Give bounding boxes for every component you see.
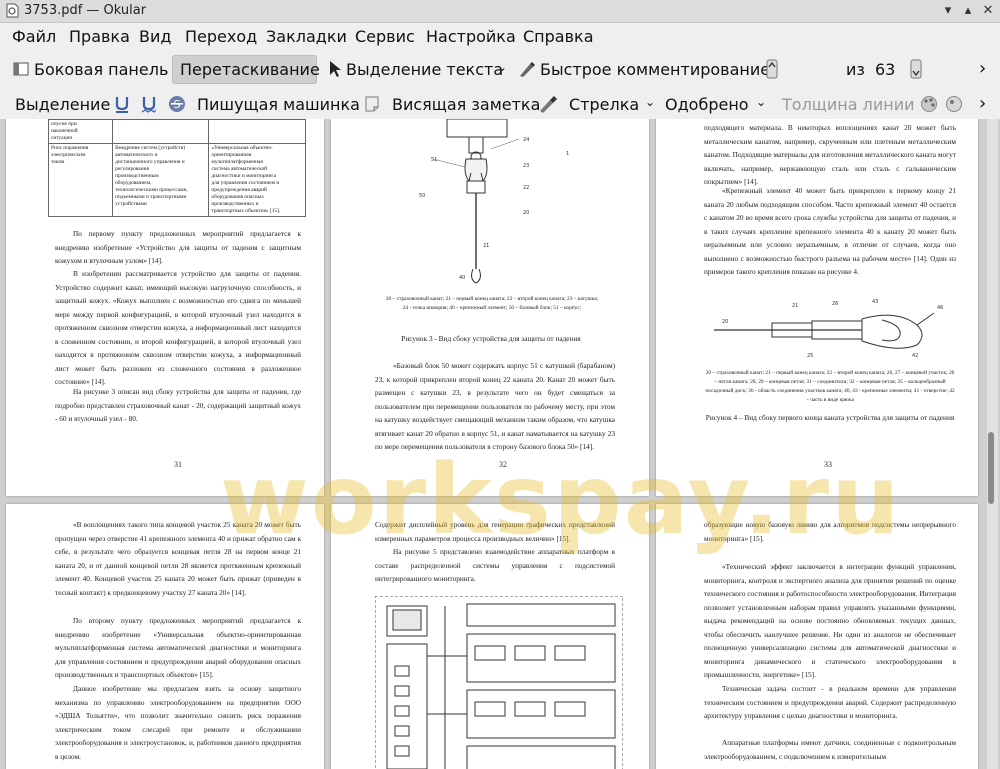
svg-text:20: 20 [722, 319, 728, 325]
menu-view[interactable]: Вид [139, 27, 171, 46]
menu-bookmarks[interactable]: Закладки [266, 27, 347, 46]
menu-edit[interactable]: Правка [69, 27, 130, 46]
paragraph: В изобретении рассматривается устройство… [55, 269, 301, 386]
squiggle-underline-icon[interactable] [141, 95, 157, 113]
toolbar-overflow-chevron-icon[interactable]: › [979, 58, 986, 79]
figure-4-drawing: 21 26 43 46 20 25 42 [714, 299, 943, 359]
text-selection-button[interactable]: Выделение текста [346, 60, 503, 79]
color-palette-icon[interactable] [920, 95, 938, 113]
paragraph: Аппаратные платформы имеют датчики, соед… [704, 738, 956, 761]
figure-caption: Рисунок 4 – Вид сбоку первого конца кана… [705, 413, 955, 422]
svg-text:42: 42 [912, 353, 918, 359]
table-row: опусне при наконечной ситуации [47, 119, 306, 144]
arrow-dropdown-icon[interactable]: ⌄ [645, 95, 655, 109]
page-32: 24 51 23 50 22 20 21 40 1 20 – страховоч… [331, 119, 649, 496]
svg-text:43: 43 [872, 299, 878, 305]
previous-page-icon[interactable] [766, 59, 778, 79]
svg-text:50: 50 [419, 193, 425, 199]
title-bar: 3753.pdf — Okular ▾ ▴ ✕ [0, 0, 1000, 23]
drag-mode-label: Перетаскивание [180, 60, 320, 79]
svg-text:25: 25 [807, 353, 813, 359]
watermark: workspay.ru [220, 444, 902, 556]
scrollbar-thumb[interactable] [988, 432, 994, 504]
measures-table: опусне при наконечной ситуации Риск пора… [47, 119, 306, 217]
table-cell: опусне при наконечной ситуации [47, 119, 114, 144]
quick-annotate-button[interactable]: Быстрое комментирование [540, 60, 770, 79]
figure-caption: Рисунок 3 - Вид сбоку устройства для защ… [401, 334, 581, 343]
line-width-button[interactable]: Толщина линии [782, 95, 915, 114]
pop-up-note-button[interactable]: Висящая заметка [392, 95, 540, 114]
stamp-dropdown-icon[interactable]: ⌄ [756, 95, 766, 109]
table-row: Риск поражения электрическим током Внедр… [47, 143, 306, 217]
figure-legend: 20 – страховочный канат; 21 – первый кон… [705, 370, 955, 403]
svg-text:24: 24 [523, 137, 529, 143]
menu-bar: Файл Правка Вид Переход Закладки Сервис … [0, 23, 1000, 51]
figure-3-drawing: 24 51 23 50 22 20 21 40 1 [419, 119, 569, 284]
arrow-button[interactable]: Стрелка [569, 95, 639, 114]
menu-settings[interactable]: Настройка [426, 27, 516, 46]
table-cell [112, 119, 210, 144]
svg-text:21: 21 [483, 243, 489, 249]
stamp-button[interactable]: Одобрено [665, 95, 749, 114]
fill-color-icon[interactable] [945, 95, 963, 113]
page-number: 31 [174, 460, 182, 469]
svg-text:20: 20 [523, 210, 529, 216]
page-33: подходящего материала. В некоторых вопло… [656, 119, 978, 496]
table-cell: Риск поражения электрическим током [47, 143, 114, 217]
text-selection-dropdown-icon[interactable]: ⌄ [497, 60, 507, 74]
svg-text:22: 22 [523, 185, 529, 191]
document-view[interactable]: опусне при наконечной ситуации Риск пора… [0, 119, 1000, 769]
figure-5-diagram [375, 596, 623, 769]
paragraph: «Технический эффект заключается в интегр… [704, 562, 956, 679]
svg-text:23: 23 [523, 163, 529, 169]
arrow-brush-icon [540, 96, 557, 113]
menu-tools[interactable]: Сервис [355, 27, 415, 46]
table-cell: «Универсальная объектно- ориентированная… [208, 143, 306, 217]
figure-legend: 20 – страховочный канат; 21 – первый кон… [385, 296, 599, 311]
sidebar-icon [13, 62, 29, 76]
highlight-button[interactable]: Выделение [15, 95, 110, 114]
svg-text:40: 40 [459, 275, 465, 281]
next-page-icon[interactable] [910, 59, 922, 79]
main-toolbar: Боковая панель Перетаскивание Выделение … [0, 52, 1000, 137]
svg-text:1: 1 [566, 151, 569, 157]
close-button[interactable]: ✕ [980, 3, 996, 19]
paragraph: Техническая задача состоит - в реальном … [704, 684, 956, 720]
strikeout-icon[interactable]: S [168, 95, 186, 113]
annotation-toolbar: Выделение S Пишущая машинка Висящая заме… [0, 87, 1000, 121]
paragraph: «Базовый блок 50 может содержать корпус … [375, 361, 615, 451]
minimize-button[interactable]: ▾ [940, 3, 956, 19]
paragraph: По первому пункту предложенных мероприят… [55, 229, 301, 265]
page-31: опусне при наконечной ситуации Риск пора… [6, 119, 324, 496]
svg-text:46: 46 [937, 305, 943, 311]
window-title: 3753.pdf — Okular [24, 3, 147, 18]
menu-help[interactable]: Справка [523, 27, 594, 46]
svg-text:21: 21 [792, 303, 798, 309]
sticky-note-icon [365, 96, 379, 112]
paragraph: Данное изобретение мы предлагаем взять з… [55, 684, 301, 761]
toolbar2-overflow-chevron-icon[interactable]: › [979, 93, 986, 114]
typewriter-button[interactable]: Пишущая машинка [197, 95, 360, 114]
page-total-label: 63 [875, 60, 896, 79]
menu-file[interactable]: Файл [12, 27, 56, 46]
quick-annotate-pen-icon [520, 62, 535, 77]
table-cell [208, 119, 306, 144]
maximize-button[interactable]: ▴ [960, 3, 976, 19]
paragraph: «Крепежный элемент 40 может быть прикреп… [704, 186, 956, 276]
page-of-label: из [846, 60, 865, 79]
svg-text:26: 26 [832, 301, 838, 307]
paragraph: подходящего материала. В некоторых вопло… [704, 123, 956, 186]
paragraph: По второму пункту предложенных мероприят… [55, 616, 301, 679]
sidebar-toggle-button[interactable]: Боковая панель [34, 60, 168, 79]
cursor-arrow-icon [330, 61, 341, 77]
menu-go[interactable]: Переход [185, 27, 257, 46]
underline-icon[interactable] [114, 95, 130, 113]
table-cell: Внедрение систем (устройств) автоматичес… [112, 143, 210, 217]
okular-app-icon [6, 3, 19, 18]
paragraph: На рисунке 3 описан вид сбоку устройства… [55, 387, 301, 423]
